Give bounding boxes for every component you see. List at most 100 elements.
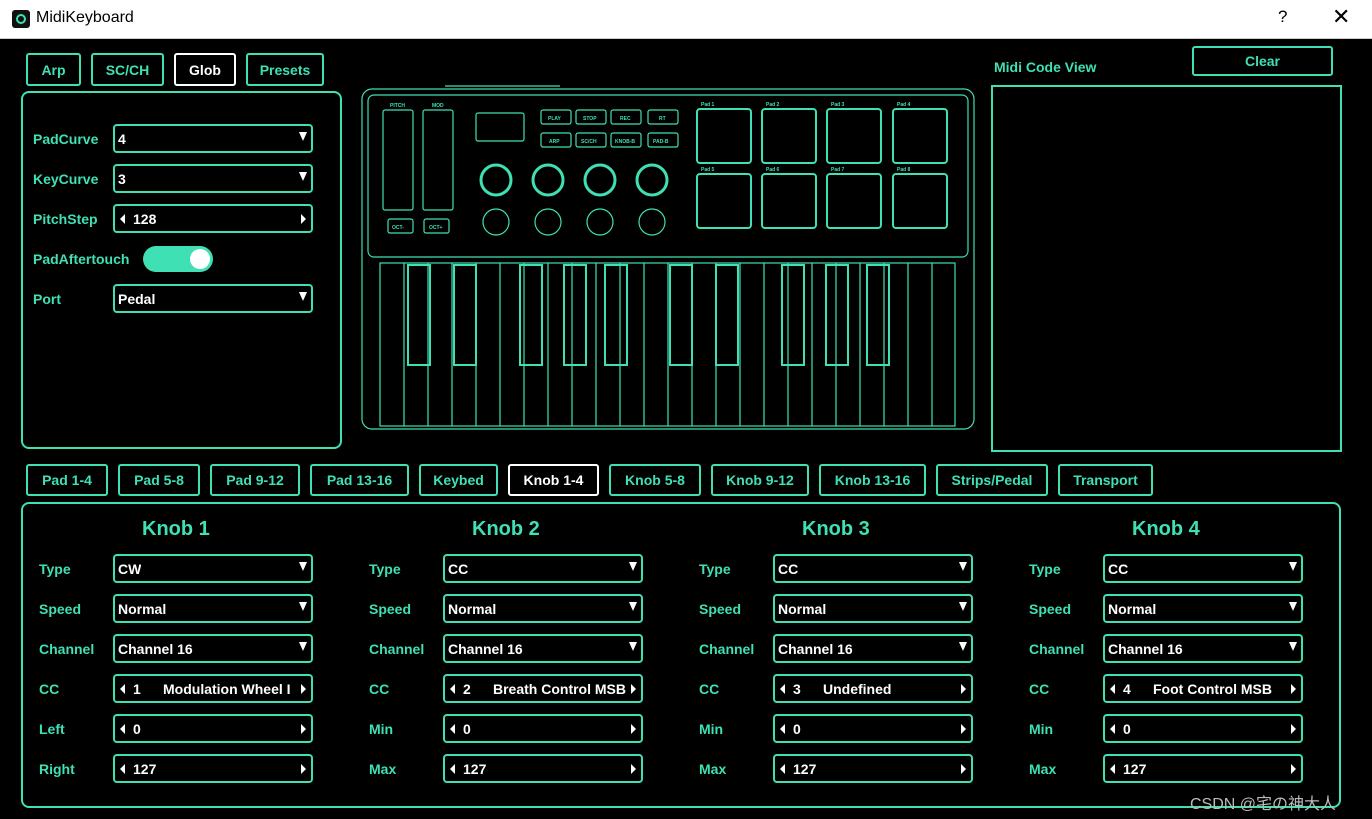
knob-4-channel-label: Channel bbox=[1029, 641, 1085, 657]
arrow-left-icon[interactable] bbox=[120, 764, 125, 774]
screen bbox=[475, 112, 525, 142]
arrow-right-icon[interactable] bbox=[1291, 764, 1296, 774]
tab-glob[interactable]: Glob bbox=[174, 53, 236, 86]
clear-button[interactable]: Clear bbox=[1192, 46, 1333, 76]
tab-knob-5-8[interactable]: Knob 5-8 bbox=[609, 464, 701, 496]
keycurve-value: 3 bbox=[118, 171, 126, 187]
knob-2-type-select[interactable]: CC bbox=[443, 554, 643, 583]
arrow-left-icon[interactable] bbox=[1110, 684, 1115, 694]
knob-1-type-select[interactable]: CW bbox=[113, 554, 313, 583]
knob-3-cc-spinner[interactable]: 3 Undefined bbox=[773, 674, 973, 703]
tab-pad-9-12[interactable]: Pad 9-12 bbox=[210, 464, 300, 496]
arrow-left-icon[interactable] bbox=[780, 684, 785, 694]
pad-label: Pad 1 bbox=[701, 102, 715, 108]
tab-pad-5-8[interactable]: Pad 5-8 bbox=[118, 464, 200, 496]
tab-knob-13-16[interactable]: Knob 13-16 bbox=[819, 464, 926, 496]
tab-transport[interactable]: Transport bbox=[1058, 464, 1153, 496]
knob-4-cc-label: CC bbox=[1029, 681, 1050, 697]
knob-4-max-value: 127 bbox=[1123, 761, 1147, 777]
close-button[interactable]: ✕ bbox=[1332, 4, 1350, 30]
arrow-left-icon[interactable] bbox=[120, 724, 125, 734]
chevron-down-icon bbox=[299, 602, 307, 611]
knob-2-min-spinner[interactable]: 0 bbox=[443, 714, 643, 743]
arrow-left-icon[interactable] bbox=[780, 724, 785, 734]
knob-4-speed-label: Speed bbox=[1029, 601, 1072, 617]
knob-3-type-label: Type bbox=[699, 561, 731, 577]
knob-4-channel-select[interactable]: Channel 16 bbox=[1103, 634, 1303, 663]
knob-1-min-spinner[interactable]: 0 bbox=[113, 714, 313, 743]
knob-3-min-spinner[interactable]: 0 bbox=[773, 714, 973, 743]
knob-3-speed-label: Speed bbox=[699, 601, 742, 617]
knob-3-max-value: 127 bbox=[793, 761, 817, 777]
arrow-right-icon[interactable] bbox=[631, 724, 636, 734]
arrow-right-icon[interactable] bbox=[301, 214, 306, 224]
knob-4-max-label: Max bbox=[1029, 761, 1057, 777]
pad-graphic bbox=[892, 108, 948, 164]
arrow-right-icon[interactable] bbox=[961, 764, 966, 774]
knob-4-type-select[interactable]: CC bbox=[1103, 554, 1303, 583]
scch-label: SC/CH bbox=[581, 139, 597, 145]
port-value: Pedal bbox=[118, 291, 156, 307]
arrow-right-icon[interactable] bbox=[961, 684, 966, 694]
knob-3-channel-select[interactable]: Channel 16 bbox=[773, 634, 973, 663]
knob-2-min-label: Min bbox=[369, 721, 394, 737]
arrow-right-icon[interactable] bbox=[961, 724, 966, 734]
knob-4-channel-value: Channel 16 bbox=[1108, 641, 1183, 657]
tab-keybed[interactable]: Keybed bbox=[419, 464, 498, 496]
knob-4-max-spinner[interactable]: 127 bbox=[1103, 754, 1303, 783]
help-button[interactable]: ? bbox=[1278, 7, 1287, 27]
knob-3-type-value: CC bbox=[778, 561, 799, 577]
arrow-left-icon[interactable] bbox=[450, 764, 455, 774]
rt-label: RT bbox=[659, 116, 666, 122]
port-select[interactable]: Pedal bbox=[113, 284, 313, 313]
white-keys bbox=[403, 263, 933, 426]
arrow-right-icon[interactable] bbox=[1291, 724, 1296, 734]
knob-1-speed-select[interactable]: Normal bbox=[113, 594, 313, 623]
arrow-left-icon[interactable] bbox=[1110, 724, 1115, 734]
knob-3-speed-select[interactable]: Normal bbox=[773, 594, 973, 623]
knob-4-speed-select[interactable]: Normal bbox=[1103, 594, 1303, 623]
knob-graphic bbox=[638, 208, 666, 236]
tab-strips-pedal[interactable]: Strips/Pedal bbox=[936, 464, 1048, 496]
knob-4-cc-spinner[interactable]: 4 Foot Control MSB bbox=[1103, 674, 1303, 703]
arrow-right-icon[interactable] bbox=[301, 724, 306, 734]
chevron-down-icon bbox=[959, 602, 967, 611]
knob-3-type-select[interactable]: CC bbox=[773, 554, 973, 583]
arrow-left-icon[interactable] bbox=[450, 724, 455, 734]
arrow-right-icon[interactable] bbox=[1291, 684, 1296, 694]
knob-3-max-spinner[interactable]: 127 bbox=[773, 754, 973, 783]
knob-1-cc-spinner[interactable]: 1 Modulation Wheel I bbox=[113, 674, 313, 703]
arrow-right-icon[interactable] bbox=[631, 684, 636, 694]
tab-knob-1-4[interactable]: Knob 1-4 bbox=[508, 464, 599, 496]
keycurve-select[interactable]: 3 bbox=[113, 164, 313, 193]
padaftertouch-toggle[interactable] bbox=[143, 246, 213, 272]
tab-sc-ch[interactable]: SC/CH bbox=[91, 53, 164, 86]
pitchstep-spinner[interactable]: 128 bbox=[113, 204, 313, 233]
chevron-down-icon bbox=[299, 172, 307, 181]
knob-1-max-spinner[interactable]: 127 bbox=[113, 754, 313, 783]
arrow-right-icon[interactable] bbox=[301, 684, 306, 694]
padcurve-select[interactable]: 4 bbox=[113, 124, 313, 153]
mod-strip bbox=[422, 109, 454, 211]
knob-1-channel-select[interactable]: Channel 16 bbox=[113, 634, 313, 663]
knob-2-max-spinner[interactable]: 127 bbox=[443, 754, 643, 783]
arrow-left-icon[interactable] bbox=[780, 764, 785, 774]
knob-2-type-label: Type bbox=[369, 561, 401, 577]
knob-2-speed-select[interactable]: Normal bbox=[443, 594, 643, 623]
tab-arp[interactable]: Arp bbox=[26, 53, 81, 86]
arrow-left-icon[interactable] bbox=[1110, 764, 1115, 774]
oct-up-label: OCT+ bbox=[429, 225, 443, 231]
tab-pad-1-4[interactable]: Pad 1-4 bbox=[26, 464, 108, 496]
knob-2-channel-select[interactable]: Channel 16 bbox=[443, 634, 643, 663]
arrow-right-icon[interactable] bbox=[301, 764, 306, 774]
tab-presets[interactable]: Presets bbox=[246, 53, 324, 86]
arrow-left-icon[interactable] bbox=[120, 684, 125, 694]
arrow-right-icon[interactable] bbox=[631, 764, 636, 774]
tab-pad-13-16[interactable]: Pad 13-16 bbox=[310, 464, 409, 496]
knob-2-cc-spinner[interactable]: 2 Breath Control MSB bbox=[443, 674, 643, 703]
knob-4-min-spinner[interactable]: 0 bbox=[1103, 714, 1303, 743]
arrow-left-icon[interactable] bbox=[120, 214, 125, 224]
midi-code-view[interactable] bbox=[991, 85, 1342, 452]
arrow-left-icon[interactable] bbox=[450, 684, 455, 694]
tab-knob-9-12[interactable]: Knob 9-12 bbox=[711, 464, 809, 496]
